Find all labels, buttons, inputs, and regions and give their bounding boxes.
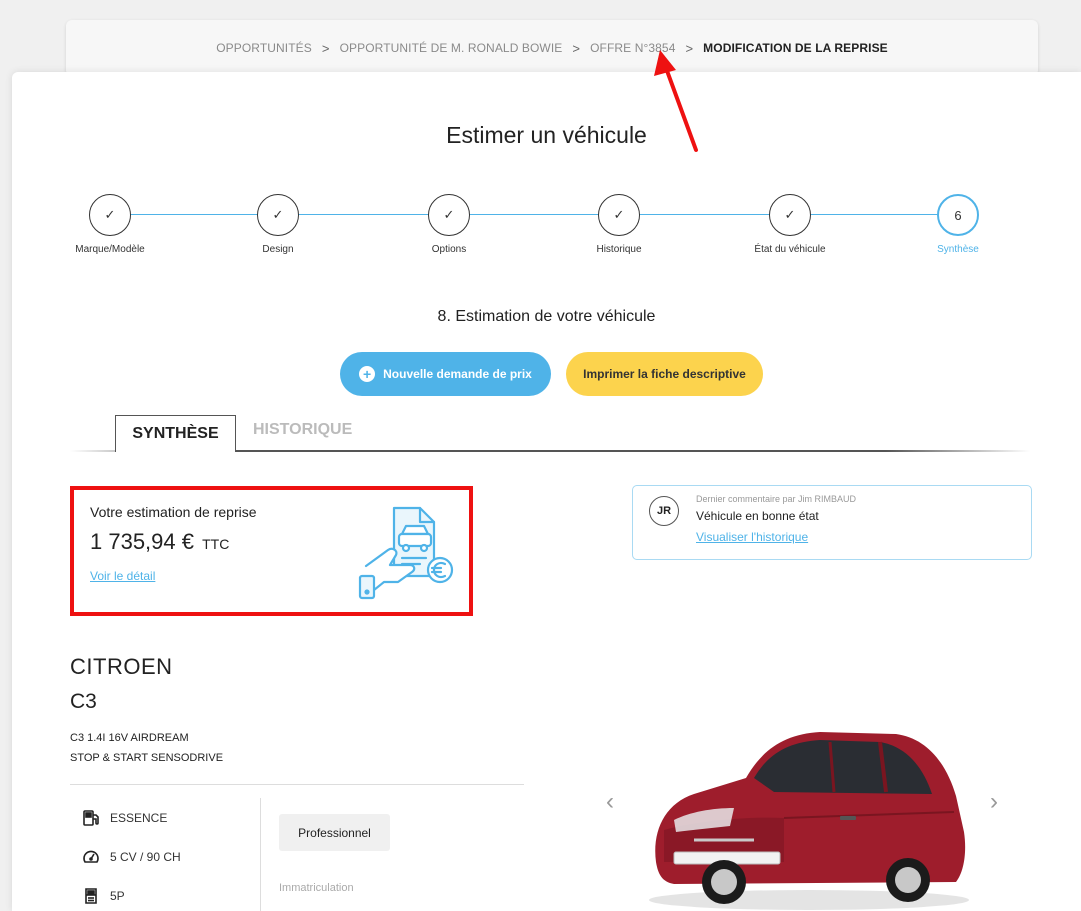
step-label: Design [262, 244, 294, 255]
car-document-euro-icon [358, 506, 454, 600]
estimate-box: Votre estimation de reprise 1 735,94 € T… [70, 486, 473, 616]
estimate-price: 1 735,94 € TTC [90, 529, 229, 555]
check-icon: ✓ [428, 194, 470, 236]
breadcrumb: OPPORTUNITÉS > OPPORTUNITÉ DE M. RONALD … [66, 20, 1038, 76]
check-icon: ✓ [769, 194, 811, 236]
new-price-request-button[interactable]: + Nouvelle demande de prix [340, 352, 551, 396]
check-icon: ✓ [89, 194, 131, 236]
vehicle-brand: CITROEN [70, 654, 173, 679]
fuel-pump-icon [83, 810, 99, 826]
spec-fuel-text: ESSENCE [110, 811, 168, 825]
spec-power: 5 CV / 90 CH [82, 848, 181, 866]
tab-historique[interactable]: HISTORIQUE [253, 421, 352, 439]
step-label: État du véhicule [754, 244, 826, 255]
detail-link[interactable]: Voir le détail [90, 569, 155, 583]
spec-fuel: ESSENCE [82, 809, 167, 827]
estimate-label: Votre estimation de reprise [90, 504, 257, 520]
step-number: 6 [937, 194, 979, 236]
new-price-request-label: Nouvelle demande de prix [383, 367, 532, 381]
check-icon: ✓ [257, 194, 299, 236]
spec-doors: 5P [82, 887, 125, 905]
spec-divider [70, 784, 524, 785]
vehicle-version: C3 1.4I 16V AIRDREAM STOP & START SENSOD… [70, 728, 370, 768]
spec-power-text: 5 CV / 90 CH [110, 850, 181, 864]
breadcrumb-current: MODIFICATION DE LA REPRISE [703, 41, 888, 55]
chevron-left-icon[interactable]: ‹ [606, 788, 614, 816]
vehicle-version-line: STOP & START SENSODRIVE [70, 752, 224, 764]
seller-type-badge: Professionnel [279, 814, 390, 851]
comment-text: Véhicule en bonne état [696, 509, 819, 523]
vehicle-version-line: C3 1.4I 16V AIRDREAM [70, 732, 189, 744]
last-comment-box: JR Dernier commentaire par Jim RIMBAUD V… [632, 485, 1032, 560]
chevron-right-icon[interactable]: › [990, 788, 998, 816]
annotation-arrow [654, 50, 698, 152]
step-historique[interactable]: ✓ Historique [559, 194, 679, 255]
step-label: Marque/Modèle [75, 244, 145, 255]
print-sheet-button[interactable]: Imprimer la fiche descriptive [566, 352, 763, 396]
section-title: 8. Estimation de votre véhicule [437, 308, 656, 325]
gauge-icon [83, 850, 99, 863]
step-label: Historique [596, 244, 642, 255]
estimate-amount: 1 735,94 € [90, 529, 194, 554]
plus-circle-icon: + [359, 366, 376, 382]
view-history-link[interactable]: Visualiser l'historique [696, 530, 808, 544]
step-synthese[interactable]: 6 Synthèse [898, 194, 1018, 255]
avatar: JR [649, 496, 679, 526]
breadcrumb-opportunite[interactable]: OPPORTUNITÉ DE M. RONALD BOWIE [340, 41, 563, 55]
step-options[interactable]: ✓ Options [389, 194, 509, 255]
tab-synthese[interactable]: SYNTHÈSE [115, 415, 236, 452]
estimate-tax-label: TTC [202, 536, 230, 552]
step-etat-vehicule[interactable]: ✓ État du véhicule [730, 194, 850, 255]
spec-vertical-divider [260, 798, 261, 911]
main-card: Estimer un véhicule ✓ Marque/Modèle ✓ De… [12, 72, 1081, 911]
step-design[interactable]: ✓ Design [218, 194, 338, 255]
car-photo [649, 732, 969, 910]
breadcrumb-opportunites[interactable]: OPPORTUNITÉS [216, 41, 312, 55]
chevron-right-icon: > [321, 40, 330, 56]
registration-label: Immatriculation [279, 882, 354, 894]
comment-meta: Dernier commentaire par Jim RIMBAUD [696, 494, 857, 504]
step-label: Synthèse [937, 244, 979, 255]
step-marque-modele[interactable]: ✓ Marque/Modèle [50, 194, 170, 255]
car-doors-icon [85, 888, 97, 904]
spec-doors-text: 5P [110, 889, 125, 903]
step-label: Options [431, 244, 467, 255]
page-title: Estimer un véhicule [446, 122, 647, 148]
check-icon: ✓ [598, 194, 640, 236]
vehicle-model: C3 [70, 690, 97, 713]
chevron-right-icon: > [572, 40, 581, 56]
